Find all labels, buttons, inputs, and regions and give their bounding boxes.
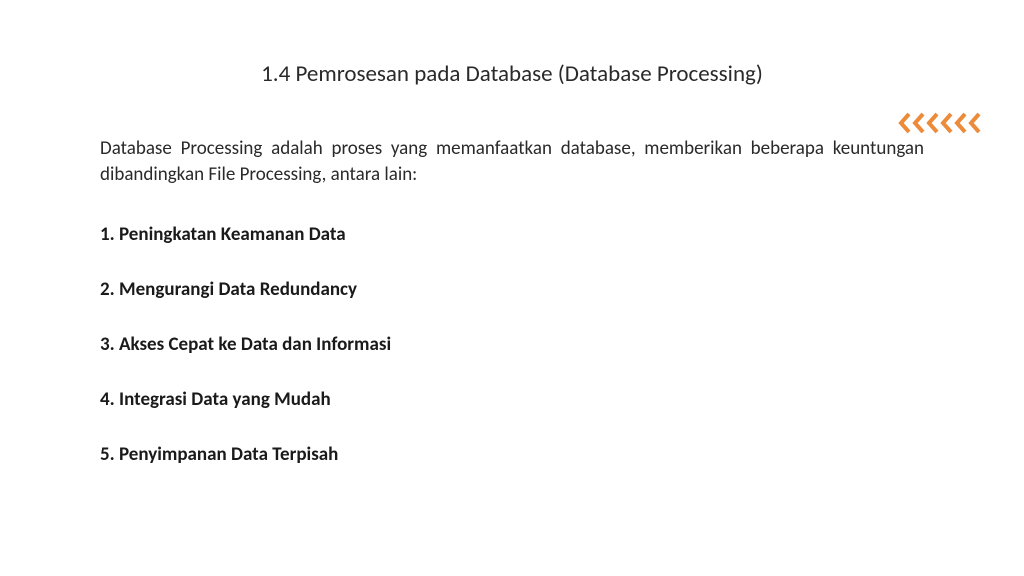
chevrons-decoration [898,112,982,134]
benefits-list: 1. Peningkatan Keamanan Data 2. Menguran… [100,223,924,466]
chevron-left-icon [912,112,926,134]
list-item: 2. Mengurangi Data Redundancy [100,278,924,301]
chevron-left-icon [940,112,954,134]
intro-paragraph: Database Processing adalah proses yang m… [100,136,924,187]
chevron-left-icon [926,112,940,134]
chevron-left-icon [968,112,982,134]
slide-title: 1.4 Pemrosesan pada Database (Database P… [100,60,924,88]
list-item: 4. Integrasi Data yang Mudah [100,388,924,411]
list-item: 3. Akses Cepat ke Data dan Informasi [100,333,924,356]
list-item: 5. Penyimpanan Data Terpisah [100,443,924,466]
chevron-left-icon [954,112,968,134]
list-item: 1. Peningkatan Keamanan Data [100,223,924,246]
chevron-left-icon [898,112,912,134]
